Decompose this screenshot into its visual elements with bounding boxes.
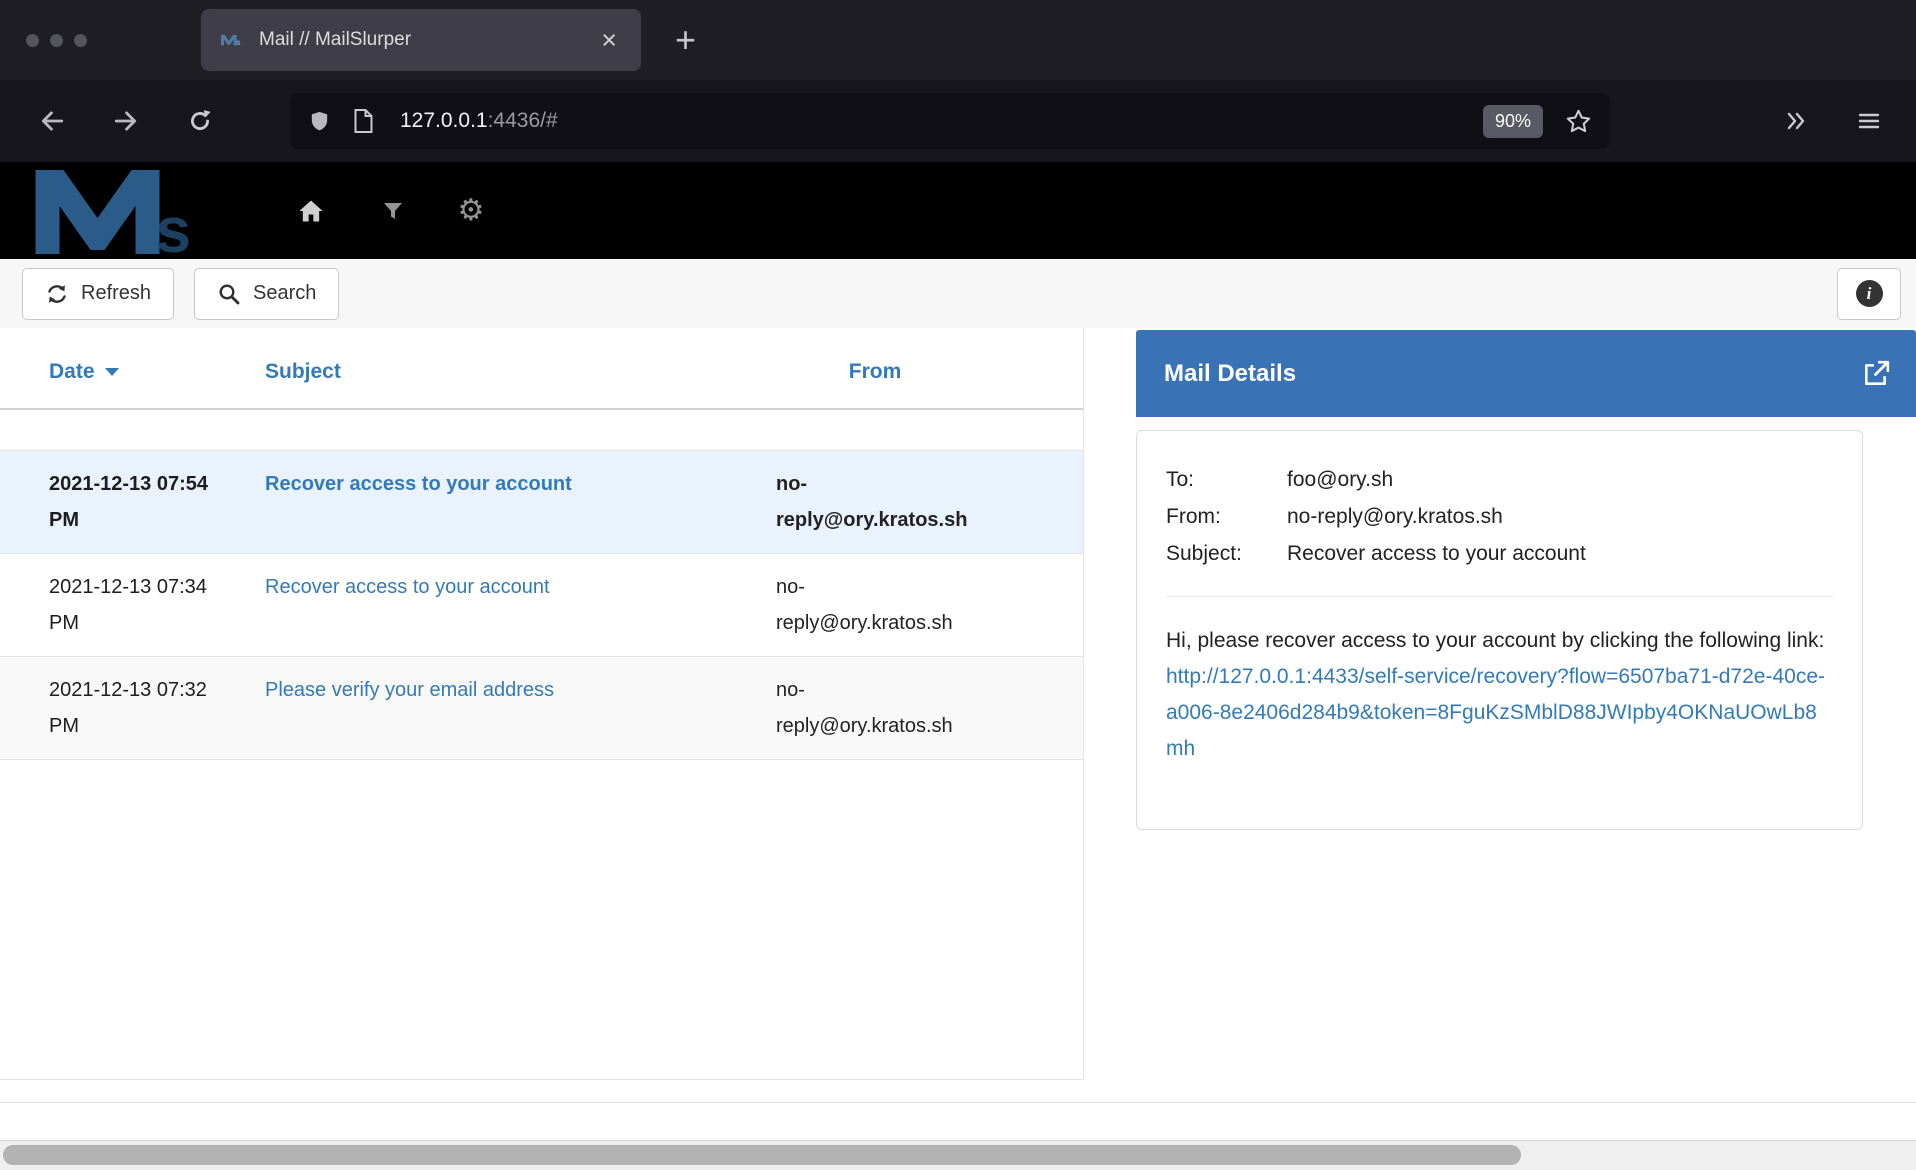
page-toolbar: Refresh Search i <box>0 259 1916 328</box>
mail-list-row[interactable]: 2021-12-13 07:54 PM Recover access to yo… <box>0 450 1083 553</box>
shield-icon[interactable] <box>308 110 331 133</box>
mail-row-date: 2021-12-13 07:54 PM <box>0 466 265 538</box>
subject-value: Recover access to your account <box>1287 535 1586 572</box>
back-button[interactable] <box>32 101 72 141</box>
window-close-dot[interactable] <box>26 34 39 47</box>
to-label: To: <box>1166 461 1287 498</box>
search-icon <box>217 282 241 306</box>
info-icon: i <box>1856 280 1883 307</box>
refresh-button[interactable]: Refresh <box>22 268 174 320</box>
mailslurper-favicon-icon: s <box>221 32 245 48</box>
card-divider <box>1166 596 1833 597</box>
from-value: no-reply@ory.kratos.sh <box>1287 498 1503 535</box>
mail-details-panel: Mail Details To: foo@ory.sh From: no-re <box>1136 328 1916 830</box>
subject-label: Subject: <box>1166 535 1287 572</box>
mail-list: Date Subject From 2021-12-13 07:54 PM Re… <box>0 328 1084 1080</box>
gear-icon[interactable]: ⚙ <box>451 191 491 231</box>
page-info-icon[interactable] <box>353 109 374 133</box>
url-port-path: :4436/# <box>488 109 558 132</box>
info-button[interactable]: i <box>1837 268 1901 320</box>
svg-text:s: s <box>236 38 241 47</box>
window-minimize-dot[interactable] <box>50 34 63 47</box>
forward-button[interactable] <box>106 101 146 141</box>
column-header-subject[interactable]: Subject <box>265 360 776 384</box>
horizontal-scrollbar-thumb[interactable] <box>3 1145 1521 1165</box>
footer-divider <box>0 1102 1916 1103</box>
mailslurper-logo: s <box>28 166 233 256</box>
mail-details-header: Mail Details <box>1136 330 1916 417</box>
svg-text:s: s <box>156 194 192 256</box>
window-controls[interactable] <box>26 34 87 47</box>
mail-body: Hi, please recover access to your accoun… <box>1166 623 1833 767</box>
mail-row-from: no-reply@ory.kratos.sh <box>776 672 974 744</box>
mail-row-subject-link[interactable]: Please verify your email address <box>265 679 554 701</box>
home-icon[interactable] <box>291 191 331 231</box>
column-header-from[interactable]: From <box>776 360 974 384</box>
from-label: From: <box>1166 498 1287 535</box>
mail-row-subject-link[interactable]: Recover access to your account <box>265 576 550 598</box>
column-header-date[interactable]: Date <box>0 360 265 384</box>
mail-body-text: Hi, please recover access to your accoun… <box>1166 629 1824 652</box>
new-tab-button[interactable]: + <box>675 22 696 58</box>
overflow-chevrons-icon[interactable] <box>1782 109 1810 133</box>
app-header: s ⚙ <box>0 162 1916 259</box>
refresh-button-label: Refresh <box>81 282 151 305</box>
zoom-level-badge[interactable]: 90% <box>1483 105 1543 138</box>
reload-button[interactable] <box>180 101 220 141</box>
tab-close-icon[interactable]: × <box>597 27 621 54</box>
bookmark-star-icon[interactable] <box>1565 108 1592 135</box>
mail-row-from: no-reply@ory.kratos.sh <box>776 569 974 641</box>
tab-title: Mail // MailSlurper <box>259 29 597 51</box>
mail-row-date: 2021-12-13 07:34 PM <box>0 569 265 641</box>
mail-row-from: no-reply@ory.kratos.sh <box>776 466 974 538</box>
mail-row-subject-link[interactable]: Recover access to your account <box>265 473 572 495</box>
main-content: Date Subject From 2021-12-13 07:54 PM Re… <box>0 328 1916 1102</box>
url-text: 127.0.0.1:4436/# <box>400 109 558 133</box>
refresh-icon <box>45 282 69 306</box>
mail-details-title: Mail Details <box>1164 360 1862 388</box>
mail-meta-from: From: no-reply@ory.kratos.sh <box>1166 498 1833 535</box>
browser-tab-bar: s Mail // MailSlurper × + <box>0 0 1916 80</box>
menu-hamburger-icon[interactable] <box>1856 109 1882 133</box>
browser-nav-bar: 127.0.0.1:4436/# 90% <box>0 80 1916 162</box>
mail-meta-subject: Subject: Recover access to your account <box>1166 535 1833 572</box>
recovery-link[interactable]: http://127.0.0.1:4433/self-service/recov… <box>1166 665 1825 760</box>
mail-details-card: To: foo@ory.sh From: no-reply@ory.kratos… <box>1136 430 1863 830</box>
url-host: 127.0.0.1 <box>400 109 488 132</box>
sort-desc-icon <box>105 368 119 376</box>
mail-list-row[interactable]: 2021-12-13 07:34 PM Recover access to yo… <box>0 553 1083 656</box>
search-button-label: Search <box>253 282 316 305</box>
open-external-icon[interactable] <box>1862 360 1890 388</box>
mail-list-body: 2021-12-13 07:54 PM Recover access to yo… <box>0 450 1083 760</box>
mail-list-header: Date Subject From <box>0 328 1083 410</box>
url-bar[interactable]: 127.0.0.1:4436/# 90% <box>290 93 1610 149</box>
search-button[interactable]: Search <box>194 268 339 320</box>
horizontal-scrollbar[interactable] <box>0 1140 1916 1170</box>
filter-icon[interactable] <box>373 191 413 231</box>
mail-list-row[interactable]: 2021-12-13 07:32 PM Please verify your e… <box>0 656 1083 760</box>
column-header-date-label: Date <box>49 360 95 384</box>
to-value: foo@ory.sh <box>1287 461 1393 498</box>
window-maximize-dot[interactable] <box>74 34 87 47</box>
mail-meta-to: To: foo@ory.sh <box>1166 461 1833 498</box>
browser-window: s Mail // MailSlurper × + <box>0 0 1916 1170</box>
mail-row-date: 2021-12-13 07:32 PM <box>0 672 265 744</box>
browser-tab[interactable]: s Mail // MailSlurper × <box>201 9 641 71</box>
